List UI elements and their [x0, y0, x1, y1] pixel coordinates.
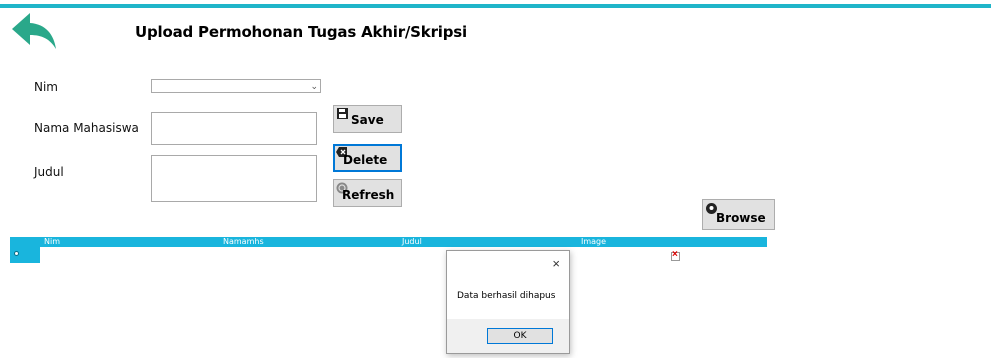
chevron-down-icon[interactable]: ⌄	[310, 80, 318, 93]
back-arrow-icon	[12, 13, 56, 49]
ok-button[interactable]: OK	[487, 328, 553, 344]
save-button[interactable]: Save	[333, 105, 402, 133]
back-button[interactable]	[10, 11, 58, 51]
refresh-button[interactable]: Refresh	[333, 179, 402, 207]
column-header-nim[interactable]: Nim	[44, 237, 60, 247]
column-header-image[interactable]: Image	[581, 237, 606, 247]
row-selector[interactable]	[10, 247, 40, 263]
column-header-namamhs[interactable]: Namamhs	[223, 237, 264, 247]
refresh-button-label: Refresh	[342, 188, 395, 202]
save-button-label: Save	[351, 113, 384, 127]
browse-button-label: Browse	[716, 211, 766, 225]
close-icon[interactable]: ×	[552, 256, 560, 271]
page-title: Upload Permohonan Tugas Akhir/Skripsi	[135, 23, 467, 41]
nim-combobox[interactable]: ⌄	[151, 79, 321, 93]
judul-label: Judul	[34, 165, 64, 179]
delete-button-label: Delete	[343, 153, 388, 167]
judul-field[interactable]	[151, 155, 317, 202]
nim-label: Nim	[34, 80, 58, 94]
browse-button[interactable]: Browse	[702, 199, 775, 230]
current-row-icon	[14, 251, 19, 256]
nama-mahasiswa-field[interactable]	[151, 112, 317, 145]
nama-mahasiswa-label: Nama Mahasiswa	[34, 121, 139, 135]
message-dialog: × Data berhasil dihapus OK	[446, 250, 570, 354]
floppy-icon	[337, 108, 348, 119]
top-accent-line	[0, 4, 991, 8]
broken-image-icon	[671, 249, 680, 261]
delete-button[interactable]: Delete	[333, 144, 402, 172]
column-header-judul[interactable]: Judul	[402, 237, 422, 247]
grid-header: Nim Namamhs Judul Image	[10, 237, 767, 247]
dialog-message: Data berhasil dihapus	[457, 291, 556, 301]
